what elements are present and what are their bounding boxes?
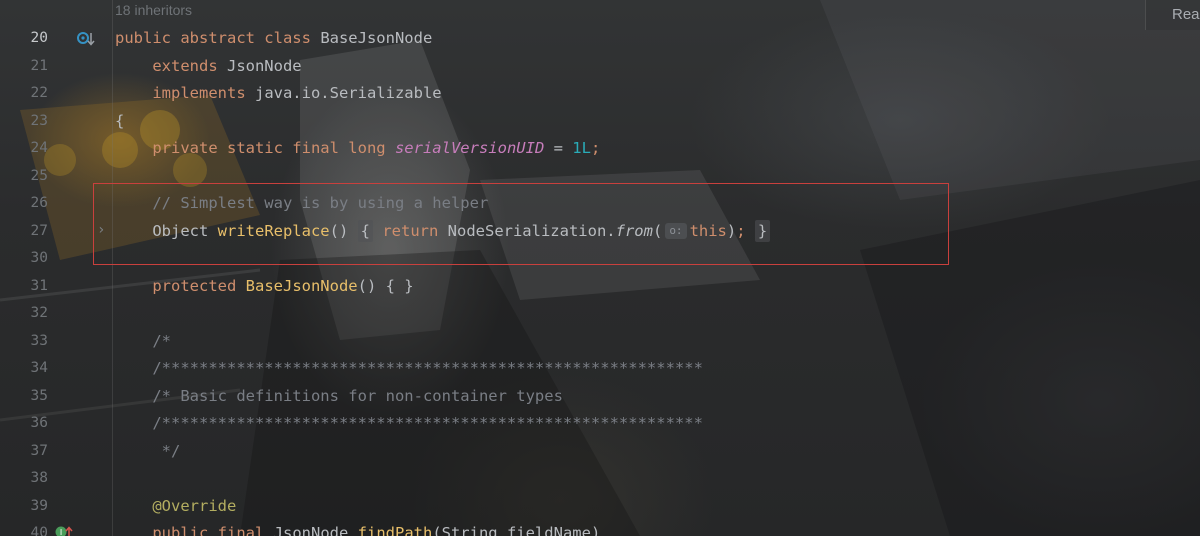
code-line[interactable]: 36 /************************************… xyxy=(0,410,1200,437)
code-token: private static final long xyxy=(152,139,395,157)
code-text[interactable]: /* xyxy=(115,328,171,355)
code-line[interactable]: 40 public final JsonNode findPath(String… xyxy=(0,520,1200,536)
code-token: () { } xyxy=(357,276,414,295)
code-text[interactable]: public final JsonNode findPath(String fi… xyxy=(115,520,600,536)
code-text[interactable]: /* Basic definitions for non-container t… xyxy=(115,383,563,410)
line-number: 40 xyxy=(30,525,48,536)
code-text[interactable]: { xyxy=(115,108,124,135)
code-editor[interactable]: 18 inheritors Rea 20 public abstract clas… xyxy=(0,0,1200,536)
code-line[interactable]: 22 implements java.io.Serializable xyxy=(0,80,1200,107)
code-line[interactable]: 32 xyxy=(0,300,1200,327)
code-line[interactable]: 31 protected BaseJsonNode() { } xyxy=(0,273,1200,300)
code-line[interactable]: 20 public abstract class BaseJsonNode xyxy=(0,25,1200,52)
line-number: 23 xyxy=(30,112,48,129)
line-number: 36 xyxy=(30,415,48,431)
code-token: 1L xyxy=(572,139,591,157)
implemented-down-icon[interactable] xyxy=(76,30,96,48)
code-line[interactable]: 24 private static final long serialVersi… xyxy=(0,135,1200,162)
line-number: 38 xyxy=(30,470,48,486)
line-number: 34 xyxy=(30,360,48,376)
line-number: 32 xyxy=(30,305,48,321)
code-token: /***************************************… xyxy=(152,414,703,432)
code-token: implements xyxy=(152,84,255,102)
highlight-annotation-box xyxy=(93,183,949,265)
line-number: 35 xyxy=(30,387,48,404)
code-token: JsonNode xyxy=(226,56,302,75)
code-line[interactable]: 35 /* Basic definitions for non-containe… xyxy=(0,383,1200,410)
code-token: protected xyxy=(152,276,246,295)
code-text[interactable]: */ xyxy=(115,438,181,465)
code-token: (String fieldName) xyxy=(432,524,601,536)
code-token: @Override xyxy=(152,496,237,515)
code-text[interactable]: /***************************************… xyxy=(115,410,703,437)
code-text[interactable]: private static final long serialVersionU… xyxy=(115,135,600,162)
code-token: = xyxy=(544,139,573,157)
code-text[interactable]: @Override xyxy=(115,493,236,520)
code-token: BaseJsonNode xyxy=(245,276,358,295)
inheritors-hint[interactable]: 18 inheritors xyxy=(115,2,192,18)
code-token: java.io.Serializable xyxy=(254,84,442,102)
code-line[interactable]: 21 extends JsonNode xyxy=(0,53,1200,80)
code-line[interactable]: 23 { xyxy=(0,108,1200,135)
line-number: 30 xyxy=(30,250,48,266)
code-line[interactable]: 37 */ xyxy=(0,438,1200,465)
code-token: { xyxy=(115,111,125,130)
line-number: 27 xyxy=(30,222,48,239)
code-line[interactable]: 34 /************************************… xyxy=(0,355,1200,382)
line-number: 31 xyxy=(30,277,48,294)
line-number: 26 xyxy=(30,195,48,211)
code-token: */ xyxy=(152,441,181,460)
code-token: ; xyxy=(590,139,601,157)
line-number: 33 xyxy=(30,332,48,349)
override-up-icon[interactable]: I xyxy=(54,524,74,536)
line-number: 37 xyxy=(30,442,48,459)
code-token: /***************************************… xyxy=(152,359,703,377)
line-number: 24 xyxy=(30,140,48,156)
code-text[interactable]: public abstract class BaseJsonNode xyxy=(115,25,432,52)
code-token: /* Basic definitions for non-container t… xyxy=(152,386,563,405)
line-number: 39 xyxy=(30,497,48,514)
code-text[interactable]: protected BaseJsonNode() { } xyxy=(115,273,414,300)
code-token: public final xyxy=(152,524,274,536)
code-line[interactable]: 39 @Override xyxy=(0,493,1200,520)
code-token: serialVersionUID xyxy=(394,139,545,157)
code-token: /* xyxy=(152,331,171,350)
code-token: public abstract class xyxy=(115,29,321,47)
line-number: 21 xyxy=(30,57,48,74)
code-token: BaseJsonNode xyxy=(320,29,433,47)
code-token: JsonNode xyxy=(273,524,358,536)
svg-text:I: I xyxy=(60,528,62,536)
code-text[interactable]: /***************************************… xyxy=(115,355,703,382)
code-token: extends xyxy=(152,56,227,75)
code-token: findPath xyxy=(357,524,433,536)
line-number: 25 xyxy=(30,167,48,184)
code-text[interactable]: extends JsonNode xyxy=(115,53,302,80)
line-number: 22 xyxy=(30,85,48,101)
code-text[interactable]: implements java.io.Serializable xyxy=(115,80,442,107)
code-line[interactable]: 33 /* xyxy=(0,328,1200,355)
line-number: 20 xyxy=(30,30,48,46)
code-line[interactable]: 38 xyxy=(0,465,1200,492)
